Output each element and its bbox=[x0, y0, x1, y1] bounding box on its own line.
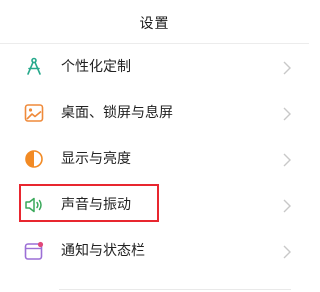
settings-item-display-brightness[interactable]: 显示与亮度 bbox=[0, 136, 309, 182]
chevron-right-icon bbox=[283, 152, 291, 167]
notification-icon bbox=[24, 241, 44, 261]
settings-item-label: 显示与亮度 bbox=[61, 151, 131, 167]
settings-item-label: 通知与状态栏 bbox=[61, 243, 145, 259]
settings-item-notifications-statusbar[interactable]: 通知与状态栏 bbox=[0, 228, 309, 274]
settings-item-desktop-lockscreen[interactable]: 桌面、锁屏与息屏 bbox=[0, 90, 309, 136]
chevron-right-icon bbox=[283, 106, 291, 121]
settings-screen: 设置 个性化定制 桌面、锁屏与息屏 显示与亮度 声音与振动 通知与状态栏 bbox=[0, 0, 309, 292]
settings-item-label: 个性化定制 bbox=[61, 59, 131, 75]
brightness-icon bbox=[24, 149, 44, 169]
settings-item-personalization[interactable]: 个性化定制 bbox=[0, 44, 309, 90]
highlight-annotation-box bbox=[19, 184, 159, 222]
compass-icon bbox=[24, 57, 44, 77]
chevron-right-icon bbox=[283, 198, 291, 213]
list-divider bbox=[59, 289, 291, 290]
wallpaper-icon bbox=[24, 103, 44, 123]
page-title: 设置 bbox=[139, 16, 170, 32]
settings-item-label: 桌面、锁屏与息屏 bbox=[61, 105, 173, 121]
chevron-right-icon bbox=[283, 60, 291, 75]
chevron-right-icon bbox=[283, 244, 291, 259]
